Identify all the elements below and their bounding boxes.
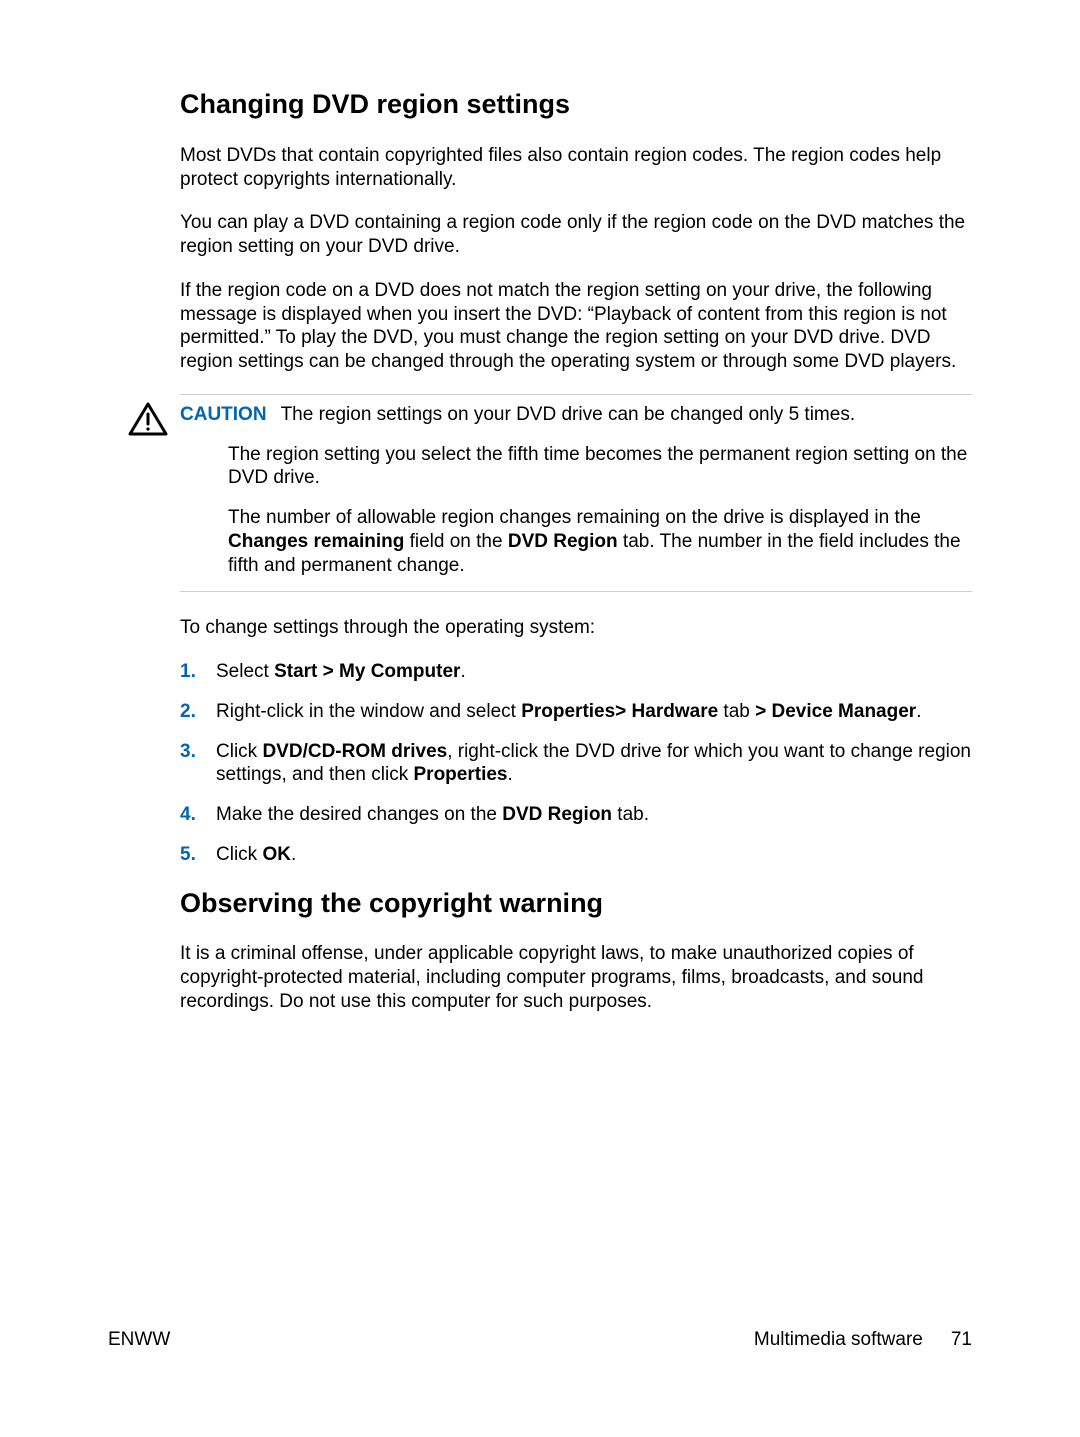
caution-triangle-icon (128, 401, 168, 437)
footer-left: ENWW (108, 1328, 170, 1352)
caution-box: CAUTIONThe region settings on your DVD d… (180, 394, 972, 593)
heading-copyright-warning: Observing the copyright warning (180, 887, 972, 921)
caution-line-1: CAUTIONThe region settings on your DVD d… (228, 403, 972, 427)
step-item: Select Start > My Computer. (180, 660, 972, 684)
heading-changing-dvd-region: Changing DVD region settings (180, 88, 972, 122)
step-item: Click OK. (180, 843, 972, 867)
caution-paragraph: The number of allowable region changes r… (228, 506, 972, 577)
step-item: Click DVD/CD-ROM drives, right-click the… (180, 740, 972, 788)
step-item: Make the desired changes on the DVD Regi… (180, 803, 972, 827)
page-footer: ENWW Multimedia software 71 (108, 1328, 972, 1352)
document-page: Changing DVD region settings Most DVDs t… (0, 0, 1080, 1437)
numbered-steps: Select Start > My Computer. Right-click … (180, 660, 972, 867)
footer-section-label: Multimedia software (754, 1328, 923, 1352)
body-paragraph: If the region code on a DVD does not mat… (180, 279, 972, 374)
body-paragraph: To change settings through the operating… (180, 616, 972, 640)
body-paragraph: Most DVDs that contain copyrighted files… (180, 144, 972, 192)
caution-label: CAUTION (180, 404, 281, 425)
footer-right: Multimedia software 71 (754, 1328, 972, 1352)
caution-paragraph: The region setting you select the fifth … (228, 443, 972, 491)
caution-text: The region settings on your DVD drive ca… (281, 404, 856, 425)
page-number: 71 (951, 1328, 972, 1352)
step-item: Right-click in the window and select Pro… (180, 700, 972, 724)
body-paragraph: It is a criminal offense, under applicab… (180, 942, 972, 1013)
body-paragraph: You can play a DVD containing a region c… (180, 211, 972, 259)
